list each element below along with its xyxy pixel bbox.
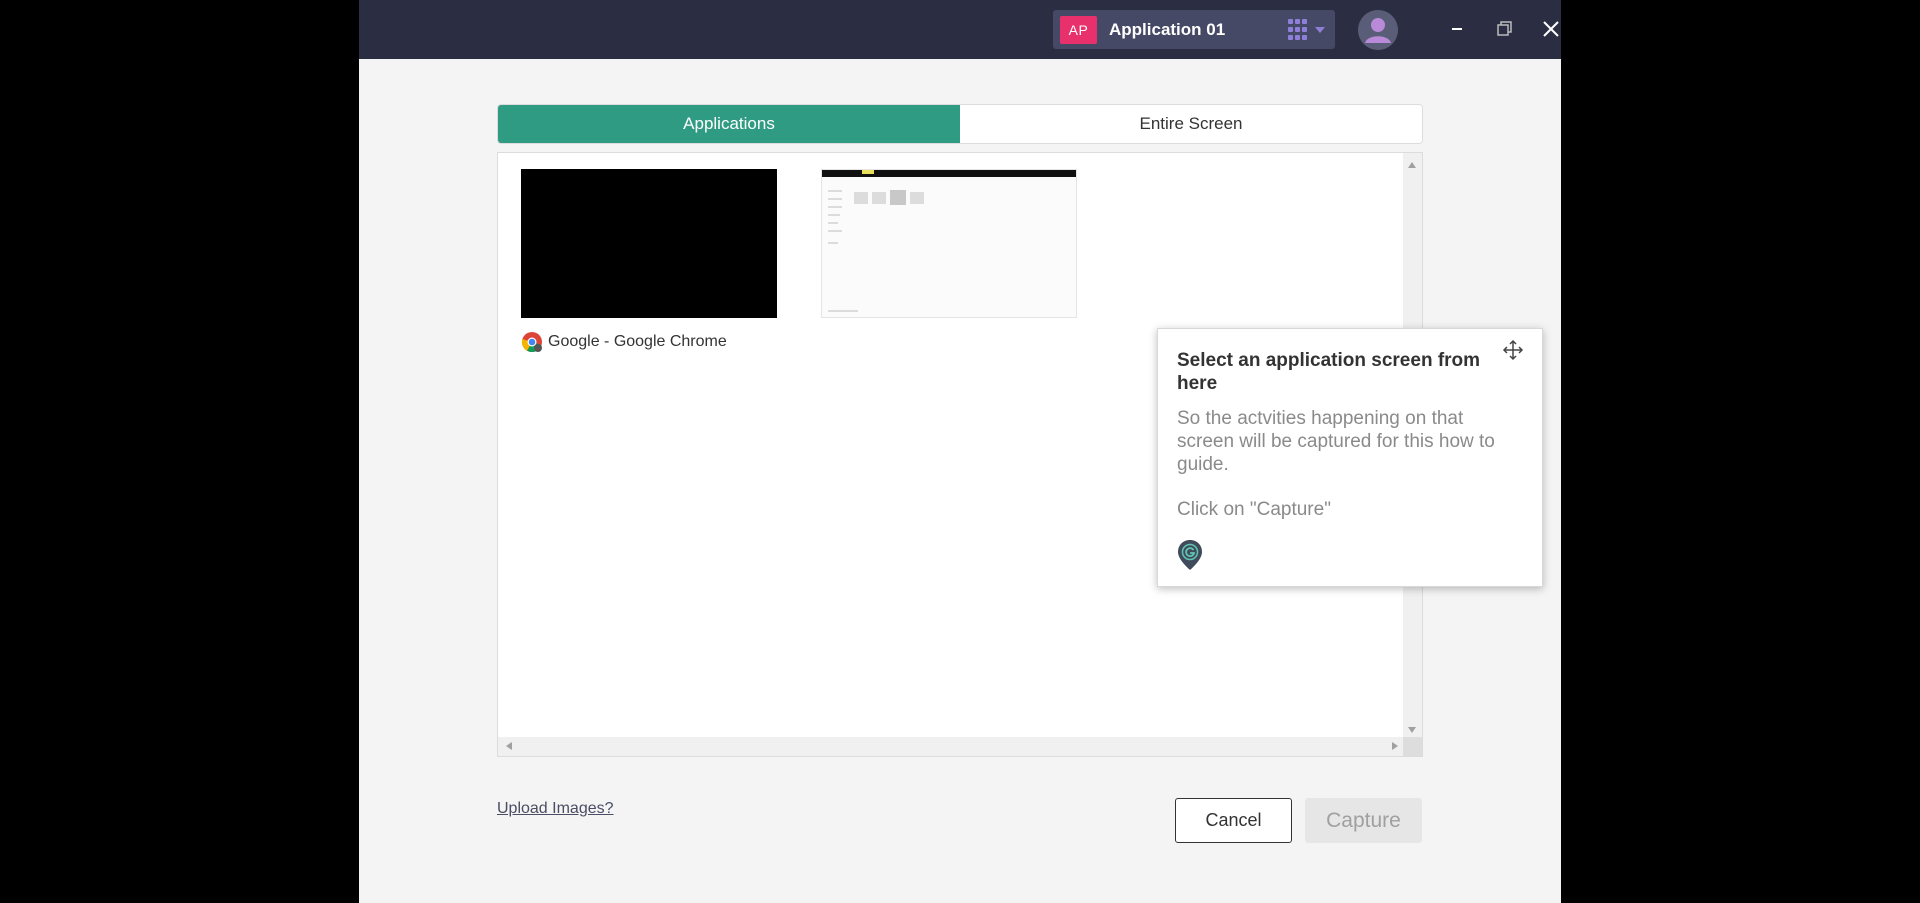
app-badge: AP [1060, 15, 1097, 44]
thumbnail-line [828, 214, 840, 216]
thumbnail-line [828, 222, 838, 224]
tooltip-body: So the actvities happening on that scree… [1177, 408, 1495, 475]
thumbnail-titlebar [822, 170, 1076, 177]
chevron-down-icon[interactable] [1315, 27, 1325, 33]
thumbnail-line [828, 190, 842, 192]
thumbnail-line [828, 230, 842, 232]
guide-tooltip: Select an application screen from here S… [1157, 328, 1543, 587]
title-bar: AP Application 01 [359, 0, 1561, 59]
app-label-chrome: Google - Google Chrome [521, 331, 727, 353]
horizontal-scrollbar[interactable] [498, 737, 1404, 756]
app-name: Application 01 [1109, 19, 1226, 39]
restore-icon[interactable] [1489, 14, 1519, 44]
tab-applications[interactable]: Applications [498, 105, 960, 143]
tab-entire-screen[interactable]: Entire Screen [960, 105, 1422, 143]
user-avatar-icon[interactable] [1358, 10, 1398, 50]
thumbnail-line [828, 310, 858, 312]
thumbnail-line [828, 242, 838, 244]
app-switcher[interactable]: AP Application 01 [1053, 10, 1335, 49]
scrollbar-corner [1403, 737, 1422, 756]
capture-dialog-window: AP Application 01 Applications Entire Sc… [359, 0, 1561, 903]
thumbnail-tile [910, 192, 924, 204]
capture-button[interactable]: Capture [1305, 798, 1422, 843]
close-icon[interactable] [1536, 14, 1561, 44]
thumbnail-highlight [862, 170, 874, 174]
app-thumbnail-explorer[interactable] [821, 169, 1077, 318]
thumbnail-line [828, 206, 842, 208]
source-tabs: Applications Entire Screen [497, 104, 1423, 144]
minimize-icon[interactable] [1442, 14, 1472, 44]
thumbnail-tile [890, 190, 906, 205]
chrome-icon [521, 332, 542, 353]
move-icon[interactable] [1502, 339, 1524, 361]
cancel-button[interactable]: Cancel [1175, 798, 1292, 843]
apps-grid-icon[interactable] [1288, 19, 1310, 41]
thumbnail-tile [854, 192, 868, 204]
location-pin-icon [1177, 539, 1203, 571]
thumbnail-line [828, 198, 842, 200]
scroll-right-arrow-icon[interactable] [1392, 742, 1398, 750]
scroll-up-arrow-icon[interactable] [1408, 162, 1416, 168]
thumbnail-tile [872, 192, 886, 204]
tooltip-title: Select an application screen from here [1177, 350, 1481, 394]
app-thumbnail-chrome[interactable] [521, 169, 777, 318]
scroll-left-arrow-icon[interactable] [506, 742, 512, 750]
app-label-text: Google - Google Chrome [548, 333, 727, 350]
scroll-down-arrow-icon[interactable] [1408, 727, 1416, 733]
tooltip-instruction: Click on "Capture" [1177, 499, 1331, 520]
upload-images-link[interactable]: Upload Images? [497, 800, 614, 818]
